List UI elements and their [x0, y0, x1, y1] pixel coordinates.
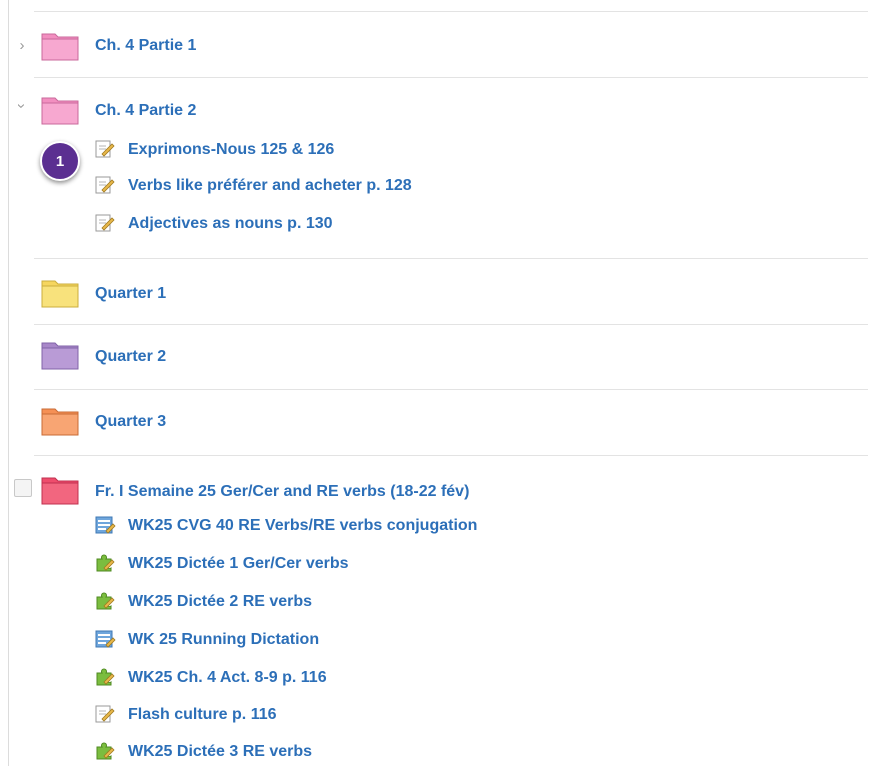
item-label[interactable]: Flash culture p. 116 — [128, 706, 277, 724]
divider — [34, 389, 868, 390]
folder-quarter-1[interactable]: Quarter 1 — [0, 273, 868, 313]
list-item[interactable]: Verbs like préférer and acheter p. 128 — [0, 172, 868, 202]
assignment-pencil-icon — [95, 176, 115, 194]
puzzle-icon — [96, 742, 115, 760]
folder-label[interactable]: Quarter 2 — [95, 348, 166, 366]
item-label[interactable]: WK 25 Running Dictation — [128, 631, 319, 649]
divider — [34, 258, 868, 259]
divider — [34, 324, 868, 325]
item-label[interactable]: WK25 Dictée 3 RE verbs — [128, 743, 312, 761]
collapse-toggle-icon[interactable] — [14, 479, 32, 497]
assessment-icon — [95, 630, 116, 648]
item-label[interactable]: WK25 Ch. 4 Act. 8-9 p. 116 — [128, 669, 327, 687]
chevron-down-icon[interactable]: › — [12, 96, 32, 116]
list-item[interactable]: Flash culture p. 116 — [0, 701, 868, 731]
chevron-right-icon[interactable]: › — [12, 35, 32, 55]
puzzle-icon — [96, 554, 115, 572]
list-item[interactable]: WK25 Dictée 1 Ger/Cer verbs — [0, 550, 868, 580]
list-item[interactable]: WK25 Dictée 3 RE verbs — [0, 738, 868, 768]
item-label[interactable]: WK25 Dictée 2 RE verbs — [128, 593, 312, 611]
folder-label[interactable]: Quarter 3 — [95, 413, 166, 431]
item-label[interactable]: WK25 CVG 40 RE Verbs/RE verbs conjugatio… — [128, 517, 477, 535]
folder-ch4-partie2[interactable]: › Ch. 4 Partie 2 — [0, 90, 868, 130]
divider — [34, 11, 868, 12]
item-label[interactable]: Exprimons-Nous 125 & 126 — [128, 141, 334, 159]
item-label[interactable]: Adjectives as nouns p. 130 — [128, 215, 333, 233]
assignment-pencil-icon — [95, 140, 115, 158]
assessment-icon — [95, 516, 116, 534]
divider — [34, 455, 868, 456]
assignment-pencil-icon — [95, 214, 115, 232]
folder-icon — [41, 33, 79, 61]
folder-label[interactable]: Quarter 1 — [95, 285, 166, 303]
folder-icon — [41, 280, 79, 308]
list-item[interactable]: WK25 CVG 40 RE Verbs/RE verbs conjugatio… — [0, 512, 868, 542]
item-label[interactable]: Verbs like préférer and acheter p. 128 — [128, 177, 412, 195]
folder-icon — [41, 408, 79, 436]
folder-semaine-25[interactable]: Fr. I Semaine 25 Ger/Cer and RE verbs (1… — [0, 470, 868, 510]
folder-icon — [41, 97, 79, 125]
folder-ch4-partie1[interactable]: › Ch. 4 Partie 1 — [0, 26, 868, 66]
folder-label[interactable]: Ch. 4 Partie 1 — [95, 37, 196, 55]
step-badge: 1 — [40, 141, 80, 181]
puzzle-icon — [96, 668, 115, 686]
folder-icon — [41, 477, 79, 505]
list-item[interactable]: Exprimons-Nous 125 & 126 — [0, 136, 868, 166]
list-item[interactable]: WK25 Dictée 2 RE verbs — [0, 588, 868, 618]
puzzle-icon — [96, 592, 115, 610]
list-item[interactable]: WK 25 Running Dictation — [0, 626, 868, 656]
folder-quarter-2[interactable]: Quarter 2 — [0, 335, 868, 375]
folder-icon — [41, 342, 79, 370]
folder-label[interactable]: Fr. I Semaine 25 Ger/Cer and RE verbs (1… — [95, 483, 469, 501]
divider — [34, 77, 868, 78]
list-item[interactable]: WK25 Ch. 4 Act. 8-9 p. 116 — [0, 664, 868, 694]
folder-quarter-3[interactable]: Quarter 3 — [0, 401, 868, 441]
item-label[interactable]: WK25 Dictée 1 Ger/Cer verbs — [128, 555, 349, 573]
folder-label[interactable]: Ch. 4 Partie 2 — [95, 102, 196, 120]
assignment-pencil-icon — [95, 705, 115, 723]
list-item[interactable]: Adjectives as nouns p. 130 — [0, 210, 868, 240]
